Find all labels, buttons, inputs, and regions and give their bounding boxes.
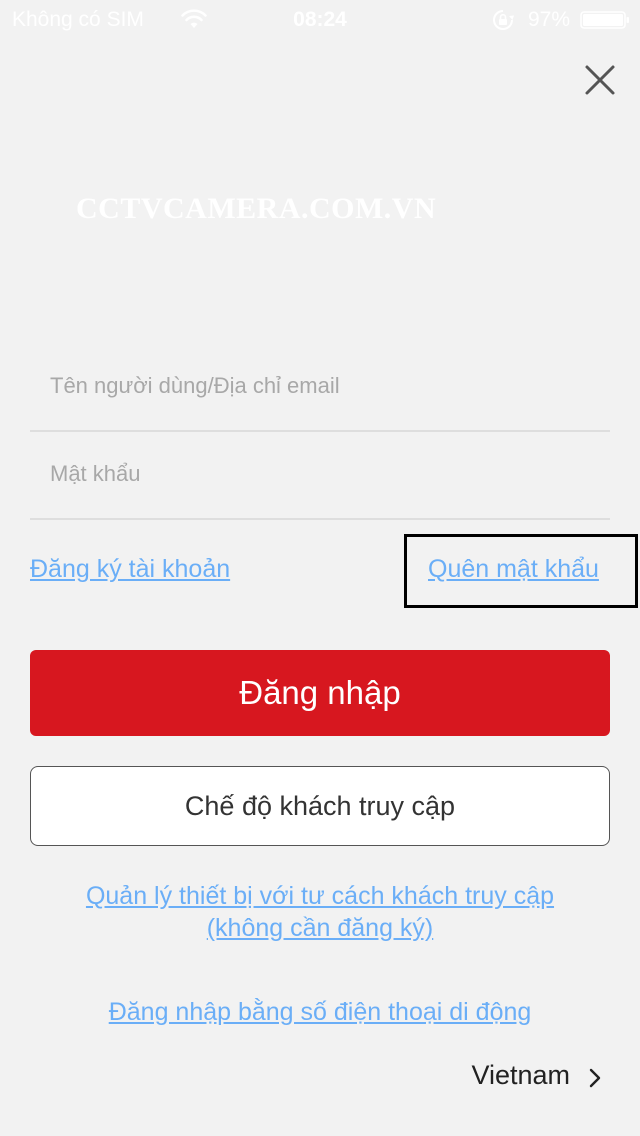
- region-label: Vietnam: [471, 1060, 570, 1090]
- battery-icon: [580, 11, 629, 29]
- battery-percent: 97%: [528, 8, 571, 31]
- guest-manage-line1: Quản lý thiết bị với tư cách khách truy …: [85, 882, 555, 910]
- chevron-right-icon: [589, 1068, 601, 1088]
- guest-manage-link[interactable]: Quản lý thiết bị với tư cách khách truy …: [0, 880, 640, 944]
- guest-manage-line2: (không cần đăng ký): [206, 914, 434, 942]
- register-link[interactable]: Đăng ký tài khoản: [30, 555, 230, 584]
- phone-login-link[interactable]: Đăng nhập bằng số điện thoại di động: [0, 998, 640, 1027]
- username-input[interactable]: [50, 342, 590, 430]
- guest-mode-button[interactable]: Chế độ khách truy cập: [30, 766, 610, 846]
- status-bar: Không có SIM 08:24 97%: [0, 0, 640, 40]
- forgot-password-link[interactable]: Quên mật khẩu: [428, 555, 599, 584]
- login-button[interactable]: Đăng nhập: [30, 650, 610, 736]
- region-selector[interactable]: Vietnam: [440, 1058, 610, 1098]
- close-icon[interactable]: [580, 60, 620, 100]
- watermark: CCTVCAMERA.COM.VN: [76, 192, 437, 225]
- username-field-container: [30, 342, 610, 432]
- password-field-container: [30, 430, 610, 520]
- password-input[interactable]: [50, 430, 590, 518]
- rotation-lock-icon: [493, 10, 514, 30]
